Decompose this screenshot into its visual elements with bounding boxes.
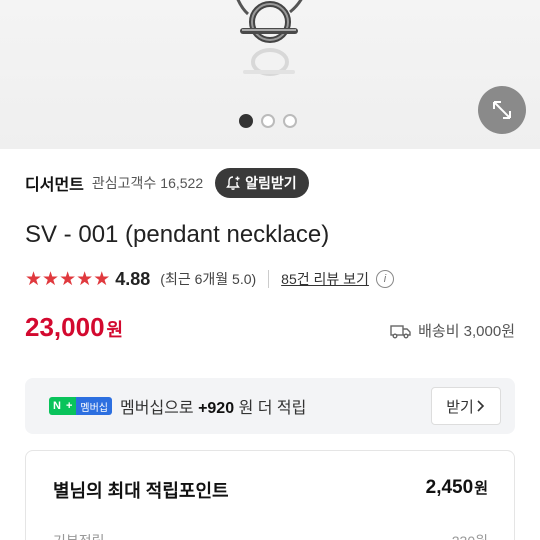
price-value: 23,000 [25, 312, 105, 342]
membership-text-suffix: 원 더 적립 [238, 400, 307, 417]
receive-button-label: 받기 [446, 398, 474, 416]
product-image-gallery[interactable] [0, 0, 540, 149]
rating-recent: (최근 6개월 5.0) [160, 271, 257, 287]
star-icon: ★ [25, 268, 43, 290]
badge-label: 멤버십 [76, 397, 112, 415]
membership-amount: +920 [198, 400, 235, 417]
rating-row: ★ ★ ★ ★ ★ 4.88 (최근 6개월 5.0) 85건 리뷰 보기 i [25, 266, 394, 292]
naver-plus-membership-badge: N + 멤버십 [49, 397, 112, 415]
gallery-pagination [239, 114, 297, 128]
star-icon: ★ [93, 268, 111, 290]
rating-score: 4.88 [115, 268, 151, 289]
points-basic-label: 기본적립 [53, 531, 105, 540]
rating-stars: ★ ★ ★ ★ ★ [25, 270, 110, 289]
price-unit: 원 [106, 320, 124, 340]
expand-icon [493, 101, 511, 119]
points-total: 2,450 원 [426, 477, 488, 499]
receive-membership-button[interactable]: 받기 [431, 387, 501, 425]
shipping-fee: 배송비 3,000원 [418, 323, 515, 340]
followers-count: 16,522 [160, 175, 204, 191]
points-title: 별님의 최대 적립포인트 [53, 481, 229, 501]
info-icon[interactable]: i [375, 270, 394, 288]
star-icon: ★ [59, 268, 77, 290]
store-name[interactable]: 디서먼트 [25, 171, 84, 195]
pendant-necklace-image [236, 0, 303, 76]
star-icon: ★ [76, 268, 94, 290]
badge-plus: + [64, 397, 77, 415]
max-points-card: 별님의 최대 적립포인트 2,450 원 기본적립 230원 [25, 450, 515, 540]
pagination-dot-3[interactable] [283, 114, 297, 128]
bell-plus-icon [226, 176, 241, 190]
points-total-value: 2,450 [425, 477, 474, 498]
store-info-row: 디서먼트 관심고객수 16,522 알림받기 [25, 168, 520, 198]
pagination-dot-2[interactable] [261, 114, 275, 128]
alarm-subscribe-button[interactable]: 알림받기 [215, 168, 309, 198]
truck-icon [390, 324, 411, 338]
chevron-right-icon [477, 400, 484, 412]
membership-text: 멤버십으로 +920 원 더 적립 [120, 394, 306, 418]
membership-banner: N + 멤버십 멤버십으로 +920 원 더 적립 받기 [25, 378, 515, 434]
shipping-info: 배송비 3,000원 [390, 320, 515, 341]
alarm-button-label: 알림받기 [245, 175, 297, 191]
points-total-unit: 원 [474, 480, 488, 497]
badge-n: N [49, 397, 65, 415]
product-price: 23,000 원 [25, 312, 123, 343]
followers-label: 관심고객수 [91, 175, 157, 191]
review-link[interactable]: 85건 리뷰 보기 [281, 269, 369, 289]
star-icon: ★ [42, 268, 60, 290]
product-title: SV - 001 (pendant necklace) [25, 221, 330, 248]
expand-image-button[interactable] [478, 86, 526, 134]
divider [268, 270, 270, 288]
pagination-dot-1[interactable] [239, 114, 253, 128]
membership-text-prefix: 멤버십으로 [120, 400, 194, 417]
points-basic-value: 230원 [452, 531, 488, 540]
